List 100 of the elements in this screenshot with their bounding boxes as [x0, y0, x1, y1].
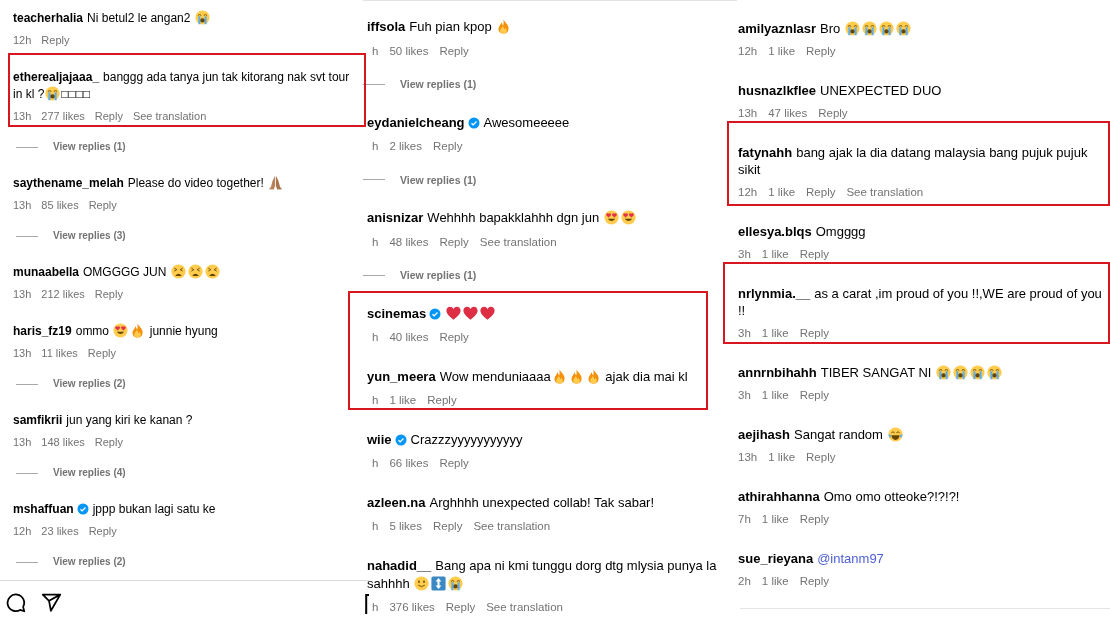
comment-text: mshaffuan jppp bukan lagi satu ke: [13, 500, 216, 518]
see-translation-link[interactable]: See translation: [132, 109, 207, 123]
reply-link[interactable]: Reply: [433, 519, 463, 533]
reply-link[interactable]: Reply: [818, 106, 848, 120]
comment-username[interactable]: sue_rieyana: [738, 550, 814, 566]
comment-time: 13h: [738, 106, 758, 120]
comment-username[interactable]: yun_meera: [367, 368, 436, 384]
reply-link[interactable]: Reply: [806, 44, 836, 58]
view-replies-link[interactable]: View replies (3): [53, 229, 126, 243]
likes-count-link[interactable]: 48 likes: [389, 234, 429, 249]
reply-link[interactable]: Reply: [806, 450, 836, 464]
comment-time: 13h: [13, 109, 32, 123]
likes-count-link[interactable]: 1 like: [768, 44, 796, 58]
reply-link[interactable]: Reply: [94, 287, 123, 301]
reply-link[interactable]: Reply: [445, 600, 476, 614]
likes-count-link[interactable]: 85 likes: [41, 198, 79, 212]
view-replies-link[interactable]: View replies (1): [53, 140, 126, 154]
view-replies-link[interactable]: View replies (2): [53, 555, 126, 569]
comment-username[interactable]: teacherhalia: [13, 10, 84, 25]
view-replies-link[interactable]: View replies (2): [53, 377, 126, 391]
comment-username[interactable]: saythename_melah: [13, 175, 124, 190]
comment-username[interactable]: wiie: [367, 431, 392, 447]
reply-link[interactable]: Reply: [439, 456, 469, 470]
heart-icon: [480, 305, 496, 321]
likes-count-link[interactable]: 148 likes: [41, 435, 85, 449]
comment-username[interactable]: mshaffuan: [13, 501, 74, 516]
likes-count-link[interactable]: 66 likes: [389, 456, 429, 470]
comment-time: h: [372, 43, 379, 58]
comment-username[interactable]: nrlynmia.__: [738, 285, 811, 301]
likes-count-link[interactable]: 1 like: [768, 450, 796, 464]
likes-count-link[interactable]: 23 likes: [41, 524, 79, 538]
heart-eyes-face-icon: [603, 210, 619, 225]
reply-link[interactable]: Reply: [94, 109, 123, 123]
likes-count-link[interactable]: 50 likes: [389, 43, 429, 58]
comment-username[interactable]: munaabella: [13, 264, 80, 279]
reply-link[interactable]: Reply: [439, 330, 469, 344]
reply-link[interactable]: Reply: [806, 185, 836, 199]
comment-username[interactable]: husnazlkflee: [738, 82, 817, 98]
see-translation-link[interactable]: See translation: [846, 185, 924, 199]
likes-count-link[interactable]: 1 like: [761, 512, 789, 526]
likes-count-link[interactable]: 212 likes: [41, 287, 85, 301]
reply-link[interactable]: Reply: [799, 326, 830, 340]
reply-link[interactable]: Reply: [88, 198, 117, 212]
comment-time: 7h: [738, 512, 751, 526]
reply-link[interactable]: Reply: [41, 33, 70, 47]
comment-text: eydanielcheang Awesomeeeee: [367, 113, 570, 132]
comment-username[interactable]: ellesya.blqs: [738, 223, 812, 239]
reply-link[interactable]: Reply: [439, 43, 469, 58]
comment-username[interactable]: aejihash: [738, 426, 791, 442]
comment-username[interactable]: haris_fz19: [13, 323, 72, 338]
see-translation-link[interactable]: See translation: [479, 234, 557, 249]
likes-count-link[interactable]: 40 likes: [389, 330, 429, 344]
likes-count-link[interactable]: 2 likes: [389, 139, 422, 153]
reply-link[interactable]: Reply: [799, 247, 830, 261]
bookmark-icon[interactable]: [365, 594, 369, 614]
comment-username[interactable]: fatynahh: [738, 144, 793, 160]
reply-link[interactable]: Reply: [799, 512, 830, 526]
reply-link[interactable]: Reply: [433, 139, 463, 153]
reply-link[interactable]: Reply: [799, 388, 830, 402]
reply-link[interactable]: Reply: [88, 524, 117, 538]
comment-username[interactable]: iffsola: [367, 19, 406, 34]
comment-username[interactable]: samfikrii: [13, 412, 63, 427]
view-replies-link[interactable]: View replies (1): [400, 172, 477, 187]
likes-count-link[interactable]: 376 likes: [389, 600, 435, 614]
likes-count-link[interactable]: 277 likes: [41, 109, 85, 123]
likes-count-link[interactable]: 1 like: [768, 185, 796, 199]
likes-count-link[interactable]: 5 likes: [389, 519, 422, 533]
comment-username[interactable]: anisnizar: [367, 210, 424, 225]
reply-link[interactable]: Reply: [799, 574, 830, 588]
likes-count-link[interactable]: 1 like: [389, 393, 417, 407]
likes-count-link[interactable]: 1 like: [761, 326, 789, 340]
comment-username[interactable]: azleen.na: [367, 494, 426, 510]
see-translation-link[interactable]: See translation: [473, 519, 551, 533]
view-replies-link[interactable]: View replies (1): [400, 268, 477, 282]
comment-username[interactable]: annrnbihahh: [738, 364, 817, 380]
comment-username[interactable]: eydanielcheang: [367, 114, 465, 130]
see-translation-link[interactable]: See translation: [486, 600, 563, 614]
likes-count-link[interactable]: 11 likes: [41, 346, 78, 360]
comment-text: wiie Crazzzyyyyyyyyyyy: [367, 430, 523, 449]
comment-time: 13h: [13, 198, 32, 212]
likes-count-link[interactable]: 1 like: [761, 247, 789, 261]
comment-username[interactable]: amilyaznlasr: [738, 20, 817, 36]
send-icon[interactable]: [41, 592, 62, 613]
likes-count-link[interactable]: 1 like: [761, 574, 789, 588]
comment-text: saythename_melah Please do video together!: [13, 174, 285, 192]
likes-count-link[interactable]: 1 like: [761, 388, 789, 402]
reply-link[interactable]: Reply: [87, 346, 116, 360]
comment-username[interactable]: nahadid__: [367, 557, 432, 573]
reply-link[interactable]: Reply: [439, 234, 469, 249]
view-replies-link[interactable]: View replies (4): [53, 466, 126, 480]
comment-username[interactable]: scinemas: [367, 305, 427, 321]
comment-icon[interactable]: [5, 592, 26, 613]
comment-username[interactable]: etherealjajaaa_: [13, 69, 100, 84]
comment-text: etherealjajaaa_ banggg ada tanya jun tak kitorang nak svt tour in kl ? □□□□: [13, 68, 351, 103]
view-replies-link[interactable]: View replies (1): [400, 77, 477, 91]
likes-count-link[interactable]: 47 likes: [768, 106, 808, 120]
reply-link[interactable]: Reply: [427, 393, 457, 407]
mention-link[interactable]: @intanm97: [817, 550, 884, 566]
comment-username[interactable]: athirahhanna: [738, 488, 820, 504]
reply-link[interactable]: Reply: [94, 435, 123, 449]
